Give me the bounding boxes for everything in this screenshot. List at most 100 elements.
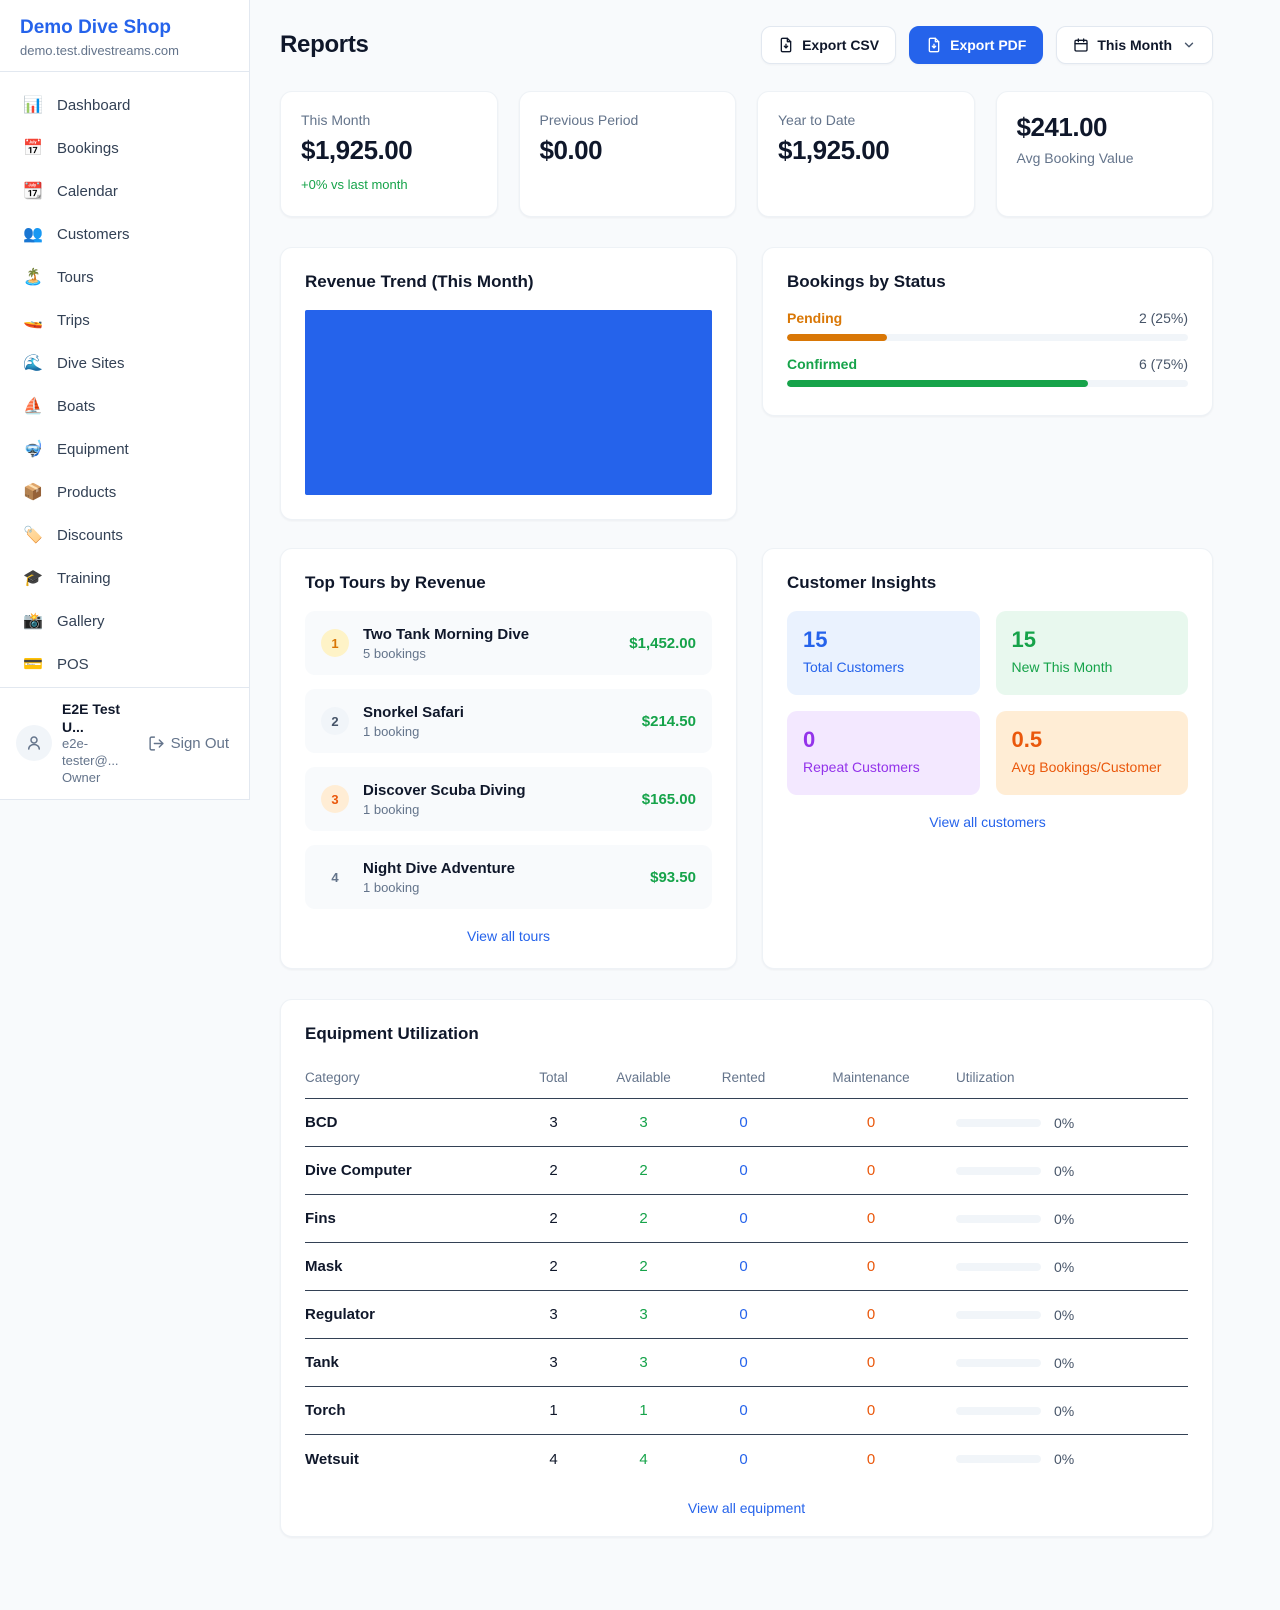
sidebar-item-label: Dashboard	[57, 97, 130, 114]
sidebar-item-training[interactable]: 🎓 Training	[12, 559, 237, 597]
view-all-customers-link[interactable]: View all customers	[787, 814, 1188, 830]
tour-bookings: 1 booking	[363, 880, 515, 895]
progress-fill	[787, 380, 1088, 387]
user-name: E2E Test U...	[62, 700, 132, 736]
table-row: Wetsuit 4 4 0 0 0%	[305, 1435, 1188, 1483]
calendar-date-icon: 📅	[22, 138, 44, 158]
sidebar-item-label: Training	[57, 570, 111, 587]
cell-utilization: 0%	[1054, 1115, 1074, 1131]
view-all-tours-link[interactable]: View all tours	[305, 928, 712, 944]
top-tours-card: Top Tours by Revenue 1 Two Tank Morning …	[280, 548, 737, 969]
bookings-by-status-title: Bookings by Status	[787, 272, 1188, 292]
table-row: Fins 2 2 0 0 0%	[305, 1195, 1188, 1243]
col-header-maintenance: Maintenance	[796, 1070, 946, 1085]
sidebar-item-pos[interactable]: 💳 POS	[12, 645, 237, 683]
utilization-bar	[956, 1119, 1041, 1127]
cell-rented: 0	[691, 1258, 796, 1275]
view-all-equipment-link[interactable]: View all equipment	[305, 1500, 1188, 1516]
bar-chart-icon: 📊	[22, 95, 44, 115]
tour-name: Discover Scuba Diving	[363, 782, 526, 799]
rank-badge: 1	[321, 629, 349, 657]
period-dropdown[interactable]: This Month	[1056, 26, 1213, 64]
sidebar-nav: 📊 Dashboard 📅 Bookings 📆 Calendar 👥 Cust…	[0, 72, 249, 687]
wave-icon: 🌊	[22, 353, 44, 373]
cell-category: Torch	[305, 1402, 511, 1419]
sidebar-item-equipment[interactable]: 🤿 Equipment	[12, 430, 237, 468]
stat-value: $1,925.00	[301, 135, 477, 166]
chevron-down-icon	[1182, 38, 1196, 52]
sidebar-item-calendar[interactable]: 📆 Calendar	[12, 172, 237, 210]
rank-badge: 4	[321, 863, 349, 891]
header-actions: Export CSV Export PDF This Month	[761, 26, 1213, 64]
revenue-trend-card: Revenue Trend (This Month)	[280, 247, 737, 520]
equipment-utilization-title: Equipment Utilization	[305, 1024, 1188, 1044]
sidebar-item-discounts[interactable]: 🏷️ Discounts	[12, 516, 237, 554]
cell-utilization: 0%	[1054, 1307, 1074, 1323]
stat-label: This Month	[301, 112, 477, 128]
table-header-row: Category Total Available Rented Maintena…	[305, 1062, 1188, 1099]
stat-value: $1,925.00	[778, 135, 954, 166]
cell-total: 3	[511, 1354, 596, 1371]
cell-total: 3	[511, 1114, 596, 1131]
sidebar-item-gallery[interactable]: 📸 Gallery	[12, 602, 237, 640]
insight-tile-repeat-customers: 0 Repeat Customers	[787, 711, 980, 795]
sidebar-item-trips[interactable]: 🚤 Trips	[12, 301, 237, 339]
insight-tile-new-this-month: 15 New This Month	[996, 611, 1189, 695]
sidebar-item-dive-sites[interactable]: 🌊 Dive Sites	[12, 344, 237, 382]
stat-card-previous-period: Previous Period $0.00	[519, 91, 737, 217]
cell-available: 2	[596, 1258, 691, 1275]
cell-total: 1	[511, 1402, 596, 1419]
cell-total: 2	[511, 1210, 596, 1227]
utilization-bar	[956, 1359, 1041, 1367]
insight-label: Avg Bookings/Customer	[1012, 759, 1173, 775]
person-icon	[25, 734, 43, 752]
sidebar-item-boats[interactable]: ⛵ Boats	[12, 387, 237, 425]
cell-total: 4	[511, 1451, 596, 1468]
sign-out-button[interactable]: Sign Out	[142, 734, 235, 753]
utilization-bar	[956, 1263, 1041, 1271]
sidebar-item-label: Gallery	[57, 613, 105, 630]
user-email: e2e-tester@...	[62, 736, 132, 770]
tour-bookings: 1 booking	[363, 724, 464, 739]
page-title: Reports	[280, 31, 369, 59]
col-header-utilization: Utilization	[946, 1070, 1188, 1085]
utilization-bar	[956, 1311, 1041, 1319]
sidebar-item-products[interactable]: 📦 Products	[12, 473, 237, 511]
cell-rented: 0	[691, 1306, 796, 1323]
col-header-total: Total	[511, 1070, 596, 1085]
cell-available: 2	[596, 1210, 691, 1227]
cell-category: Wetsuit	[305, 1451, 511, 1468]
col-header-available: Available	[596, 1070, 691, 1085]
cell-maintenance: 0	[796, 1451, 946, 1468]
cell-rented: 0	[691, 1451, 796, 1468]
insight-value: 0	[803, 727, 964, 753]
sidebar-item-tours[interactable]: 🏝️ Tours	[12, 258, 237, 296]
sidebar-header: Demo Dive Shop demo.test.divestreams.com	[0, 0, 249, 72]
cell-total: 2	[511, 1258, 596, 1275]
cell-utilization: 0%	[1054, 1259, 1074, 1275]
export-csv-button[interactable]: Export CSV	[761, 26, 896, 64]
tour-name: Night Dive Adventure	[363, 860, 515, 877]
cell-available: 1	[596, 1402, 691, 1419]
sidebar-item-dashboard[interactable]: 📊 Dashboard	[12, 86, 237, 124]
status-value: 2 (25%)	[1139, 310, 1188, 326]
sidebar-item-bookings[interactable]: 📅 Bookings	[12, 129, 237, 167]
camera-icon: 📸	[22, 611, 44, 631]
cell-available: 3	[596, 1114, 691, 1131]
cell-category: Regulator	[305, 1306, 511, 1323]
stat-label: Avg Booking Value	[1017, 150, 1193, 166]
tour-bookings: 5 bookings	[363, 646, 529, 661]
sidebar-item-customers[interactable]: 👥 Customers	[12, 215, 237, 253]
insight-tile-avg-bookings: 0.5 Avg Bookings/Customer	[996, 711, 1189, 795]
table-row: Dive Computer 2 2 0 0 0%	[305, 1147, 1188, 1195]
cell-available: 3	[596, 1306, 691, 1323]
table-row: Mask 2 2 0 0 0%	[305, 1243, 1188, 1291]
cell-utilization: 0%	[1054, 1451, 1074, 1467]
export-pdf-button[interactable]: Export PDF	[909, 26, 1043, 64]
graduation-cap-icon: 🎓	[22, 568, 44, 588]
tour-name: Snorkel Safari	[363, 704, 464, 721]
progress-track	[787, 380, 1188, 387]
table-row: Regulator 3 3 0 0 0%	[305, 1291, 1188, 1339]
insight-value: 15	[803, 627, 964, 653]
bookings-by-status-card: Bookings by Status Pending 2 (25%) Confi…	[762, 247, 1213, 416]
